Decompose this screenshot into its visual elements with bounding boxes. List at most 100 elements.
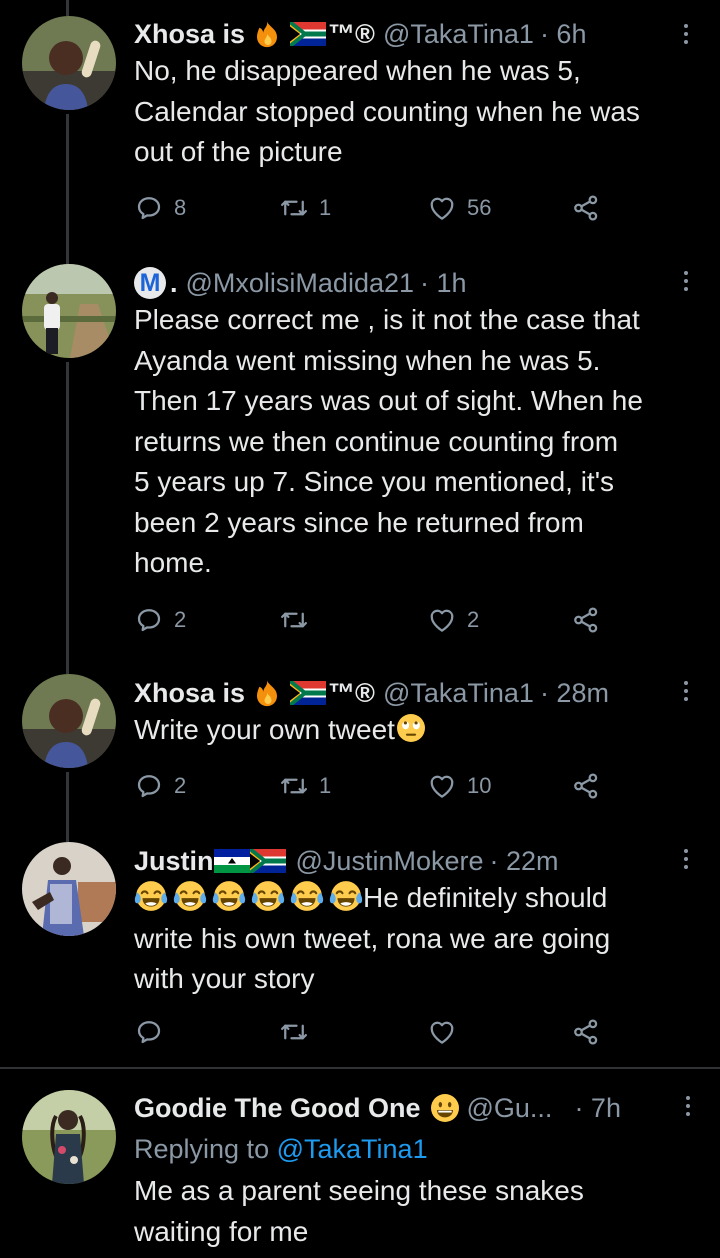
tweet-text: Me as a parent seeing these snakes waiti… [134,1171,696,1252]
retweet-button[interactable]: 1 [279,191,331,225]
handle[interactable]: @TakaTina1 [383,17,534,51]
like-icon [427,193,457,223]
tweet[interactable]: Xhosa is ™® @TakaTina1 · 6h No, he disap… [0,0,720,240]
reply-count: 2 [174,607,187,632]
tears-of-joy-emoji [212,879,246,913]
timestamp[interactable]: · 1h [420,266,467,300]
handle[interactable]: @MxolisiMadida21 [186,266,415,300]
avatar[interactable] [22,16,116,110]
timestamp[interactable]: · 28m [540,676,609,710]
reply-count: 2 [174,773,187,798]
display-name[interactable]: Xhosa is [134,676,245,710]
tears-of-joy-emoji [134,879,168,913]
handle[interactable]: @JustinMokere [296,844,484,878]
text-line: out of the picture [134,136,343,167]
text-span: Write your own tweet [134,714,395,745]
avatar[interactable] [22,842,116,936]
more-icon[interactable] [676,676,696,706]
share-button[interactable] [571,769,601,803]
text-line: write his own tweet, rona we are going [134,922,611,954]
text-line: Write your own tweet [134,710,696,751]
replying-to-handle[interactable]: @TakaTina1 [277,1134,428,1164]
retweet-button[interactable] [279,603,319,637]
reply-button[interactable] [134,1015,174,1049]
avatar[interactable] [22,1090,116,1184]
tweet-text: Write your own tweet [134,710,696,751]
avatar[interactable] [22,264,116,358]
display-name[interactable]: Goodie The Good One [134,1091,421,1125]
share-button[interactable] [571,603,601,637]
share-icon [571,193,601,223]
rolling-eyes-emoji [395,712,427,744]
timestamp[interactable]: · 6h [540,17,587,51]
like-icon [427,605,457,635]
reply-icon [134,605,164,635]
south-africa-flag [250,849,286,873]
replying-to: Replying to @TakaTina1 [134,1129,696,1169]
retweet-icon [279,771,309,801]
text-line: with your story [134,963,315,994]
tweet-header: Justin @JustinMokere · 22m [134,844,696,878]
tears-of-joy-emoji [173,879,207,913]
fire-emoji [252,678,282,708]
text-line: Ayanda went missing when he was 5. [134,344,601,376]
timestamp[interactable]: · 22m [490,844,559,878]
south-africa-flag [290,22,326,46]
name-suffix: ™® [328,678,375,708]
retweet-count: 1 [319,773,332,798]
retweet-button[interactable] [279,1015,319,1049]
reply-button[interactable]: 8 [134,191,186,225]
retweet-icon [279,193,309,223]
tweet-text: Please correct me , is it not the case t… [134,300,696,584]
display-name[interactable]: Justin [134,844,214,878]
retweet-icon [279,1017,309,1047]
reply-icon [134,771,164,801]
tweet[interactable]: M . @MxolisiMadida21 · 1h Please correct… [0,264,720,654]
tears-of-joy-emoji [251,879,285,913]
name-suffix: ™® [328,19,375,49]
tweet-header: Xhosa is ™® @TakaTina1 · 6h [134,17,696,51]
display-name[interactable]: . [170,266,178,300]
tweet[interactable]: Justin @JustinMokere · 22m He definitely… [0,842,720,1062]
share-icon [571,771,601,801]
like-button[interactable] [427,1015,467,1049]
text-span: He definitely should [363,882,608,913]
text-line: He definitely should [134,878,696,919]
avatar[interactable] [22,674,116,768]
reply-button[interactable]: 2 [134,769,186,803]
reply-icon [134,1017,164,1047]
like-button[interactable]: 56 [427,191,491,225]
display-name[interactable]: Xhosa is [134,17,245,51]
text-line: Then 17 years was out of sight. When he [134,385,643,416]
text-line: waiting for me [134,1215,309,1247]
retweet-icon [279,605,309,635]
handle[interactable]: @TakaTina1 [383,676,534,710]
retweet-button[interactable]: 1 [279,769,331,803]
replying-to-label: Replying to [134,1134,270,1164]
text-line: Me as a parent seeing these snakes [134,1175,584,1206]
tweet-header: M . @MxolisiMadida21 · 1h [134,266,696,300]
text-line: been 2 years since he returned from [134,506,584,538]
tears-of-joy-emoji [290,879,324,913]
text-line: No, he disappeared when he was 5, [134,55,581,86]
tweet[interactable]: Xhosa is ™® @TakaTina1 · 28m Write your … [0,674,720,824]
verified-m-badge: M [134,267,166,299]
tweet[interactable]: Goodie The Good One @Gu... · 7h Replying… [0,1069,720,1258]
more-icon[interactable] [678,1091,698,1121]
like-button[interactable]: 2 [427,603,479,637]
reply-count: 8 [174,195,187,220]
tweet-text: No, he disappeared when he was 5, Calend… [134,51,696,173]
handle[interactable]: @Gu... [467,1091,553,1125]
more-icon[interactable] [676,19,696,49]
reply-button[interactable]: 2 [134,603,186,637]
text-line: 5 years up 7. Since you mentioned, it's [134,466,615,497]
share-button[interactable] [571,191,601,225]
like-icon [427,1017,457,1047]
more-icon[interactable] [676,266,696,296]
like-button[interactable]: 10 [427,769,491,803]
timestamp[interactable]: · 7h [574,1091,621,1125]
more-icon[interactable] [676,844,696,874]
like-icon [427,771,457,801]
share-button[interactable] [571,1015,601,1049]
tears-of-joy-emoji [329,879,363,913]
